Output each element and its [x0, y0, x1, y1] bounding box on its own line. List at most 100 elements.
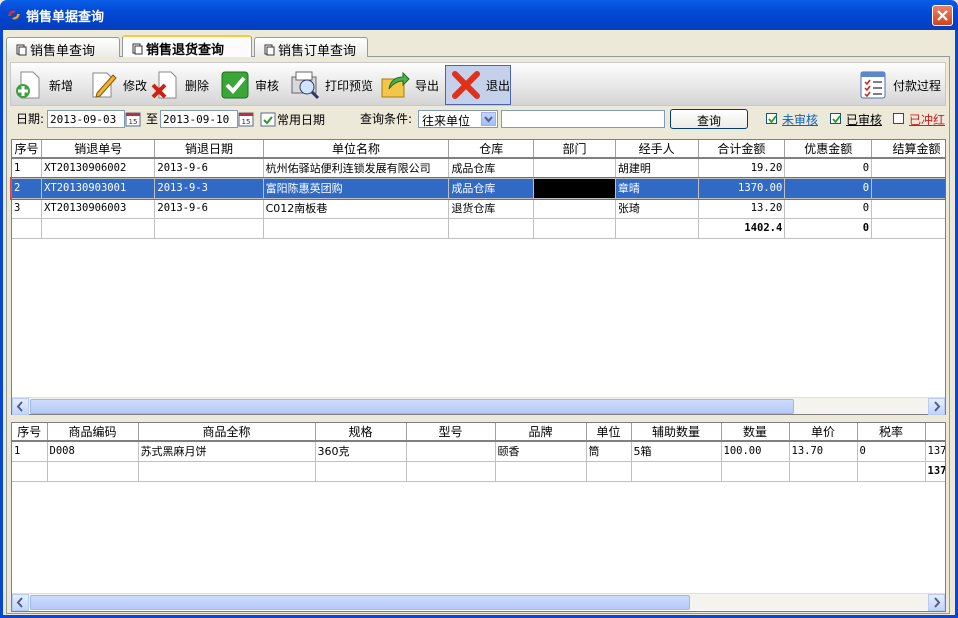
- cell-warehouse: 成品仓库: [448, 178, 535, 199]
- tab-label: 销售退货查询: [146, 43, 225, 58]
- total-amount: 1402.4: [698, 218, 786, 239]
- column-header[interactable]: 销退单号: [41, 140, 156, 159]
- calendar-icon[interactable]: 15: [238, 111, 254, 127]
- unaudited-label[interactable]: 未审核: [782, 111, 818, 128]
- unaudited-checkbox[interactable]: [766, 113, 777, 124]
- cell-handler: 张琦: [615, 198, 699, 219]
- cell-warehouse: 退货仓库: [448, 198, 535, 219]
- total-cell: [789, 461, 858, 482]
- cell-settled: 0: [871, 158, 945, 179]
- column-header[interactable]: 优惠金额: [784, 140, 873, 159]
- scroll-right-button[interactable]: [928, 398, 945, 415]
- scrollbar-thumb[interactable]: [30, 399, 794, 414]
- cell-model: [406, 441, 496, 462]
- cell-discount: 0: [784, 198, 873, 219]
- scroll-right-button[interactable]: [928, 594, 945, 611]
- column-header[interactable]: 结算金额: [871, 140, 945, 159]
- tab-sales-return-query[interactable]: 销售退货查询: [122, 35, 252, 58]
- edit-button[interactable]: 修改: [87, 65, 147, 105]
- table-row[interactable]: 3 XT20130906003 2013-9-6 C012南板巷 退货仓库 张琦…: [12, 198, 945, 219]
- column-header[interactable]: 仓库: [448, 140, 535, 159]
- column-header[interactable]: 辅助数量: [631, 423, 722, 442]
- column-header[interactable]: 品牌: [495, 423, 587, 442]
- tab-label: 销售订单查询: [278, 44, 357, 59]
- checkmark-icon: [768, 115, 777, 124]
- chevron-right-icon: [934, 597, 941, 608]
- audited-label[interactable]: 已审核: [846, 111, 882, 128]
- total-cell: [495, 461, 587, 482]
- to-label: 至: [146, 112, 159, 126]
- exit-icon: [451, 71, 480, 99]
- reversed-label[interactable]: 已冲红: [909, 111, 945, 128]
- column-header[interactable]: 经手人: [615, 140, 699, 159]
- totals-row: 137: [12, 461, 945, 482]
- cell-unit-name: C012南板巷: [263, 198, 450, 219]
- cell-product-name: 苏式黑麻月饼: [138, 441, 316, 462]
- add-button[interactable]: 新增: [13, 65, 73, 105]
- column-header[interactable]: 单位: [586, 423, 632, 442]
- tab-label: 销售单查询: [30, 44, 96, 59]
- column-header[interactable]: 序号: [12, 140, 43, 159]
- date-from-field[interactable]: 2013-09-03: [47, 110, 125, 128]
- condition-text-input[interactable]: [501, 110, 665, 128]
- chevron-left-icon: [16, 401, 23, 412]
- column-header[interactable]: 商品编码: [47, 423, 139, 442]
- common-date-label: 常用日期: [277, 113, 326, 127]
- total-settled: 0: [871, 218, 945, 239]
- cell-product-code: D008: [47, 441, 139, 462]
- close-button[interactable]: [932, 5, 953, 26]
- chevron-right-icon: [934, 401, 941, 412]
- column-header[interactable]: 税率: [857, 423, 926, 442]
- cell-return-date: 2013-9-6: [154, 158, 264, 179]
- reversed-checkbox[interactable]: [893, 113, 904, 124]
- total-cell: [12, 218, 43, 239]
- column-header[interactable]: 合计金额: [698, 140, 786, 159]
- cell-warehouse: 成品仓库: [448, 158, 535, 179]
- column-header[interactable]: 单价: [789, 423, 858, 442]
- tab-sales-purchase-order-query[interactable]: 销售订单查询: [254, 37, 368, 59]
- column-header[interactable]: [925, 423, 945, 442]
- date-to-field[interactable]: 2013-09-10: [160, 110, 238, 128]
- column-header[interactable]: 型号: [406, 423, 496, 442]
- exit-button[interactable]: 退出: [445, 65, 511, 105]
- column-header[interactable]: 规格: [315, 423, 407, 442]
- column-header[interactable]: 单位名称: [263, 140, 450, 159]
- cell-discount: 0: [784, 158, 873, 179]
- column-header[interactable]: 数量: [721, 423, 790, 442]
- export-label: 导出: [415, 78, 440, 93]
- column-header[interactable]: 销退日期: [154, 140, 264, 159]
- table-row-selected[interactable]: 2 XT20130903001 2013-9-3 富阳陈惠英团购 成品仓库 章晴…: [12, 178, 945, 199]
- print-preview-button[interactable]: 打印预览: [289, 65, 373, 105]
- upper-horizontal-scrollbar[interactable]: [12, 397, 945, 415]
- column-header[interactable]: 序号: [12, 423, 48, 442]
- table-row[interactable]: 1 XT20130906002 2013-9-6 杭州佑驿站便利连锁发展有限公司…: [12, 158, 945, 179]
- cell-return-no: XT20130906003: [41, 198, 156, 219]
- add-label: 新增: [49, 78, 74, 93]
- condition-select[interactable]: 往来单位: [418, 110, 498, 128]
- total-cell: [12, 461, 48, 482]
- lower-horizontal-scrollbar[interactable]: [12, 593, 945, 611]
- query-button[interactable]: 查询: [670, 109, 748, 129]
- column-header[interactable]: 部门: [533, 140, 616, 159]
- cell-brand: 颐香: [495, 441, 587, 462]
- total-cell: [615, 218, 699, 239]
- total-discount: 0: [784, 218, 873, 239]
- cell-department: [533, 178, 616, 199]
- cell-total: 13.20: [698, 198, 786, 219]
- table-row[interactable]: 1 D008 苏式黑麻月饼 360克 颐香 筒 5箱 100.00 13.70 …: [12, 441, 945, 462]
- add-document-icon: [16, 71, 40, 99]
- cell-return-date: 2013-9-3: [154, 178, 264, 199]
- payment-process-button[interactable]: 付款过程: [857, 65, 941, 105]
- scroll-left-button[interactable]: [12, 594, 29, 611]
- export-button[interactable]: 导出: [379, 65, 439, 105]
- scrollbar-thumb[interactable]: [30, 595, 690, 610]
- app-icon: [8, 10, 20, 20]
- exit-label: 退出: [485, 78, 510, 93]
- audited-checkbox[interactable]: [830, 113, 841, 124]
- audit-button[interactable]: 审核: [219, 65, 279, 105]
- column-header[interactable]: 商品全称: [138, 423, 316, 442]
- calendar-icon[interactable]: 15: [125, 111, 141, 127]
- scroll-left-button[interactable]: [12, 398, 29, 415]
- delete-button[interactable]: 删除: [149, 65, 209, 105]
- tab-sales-order-query[interactable]: 销售单查询: [6, 37, 120, 59]
